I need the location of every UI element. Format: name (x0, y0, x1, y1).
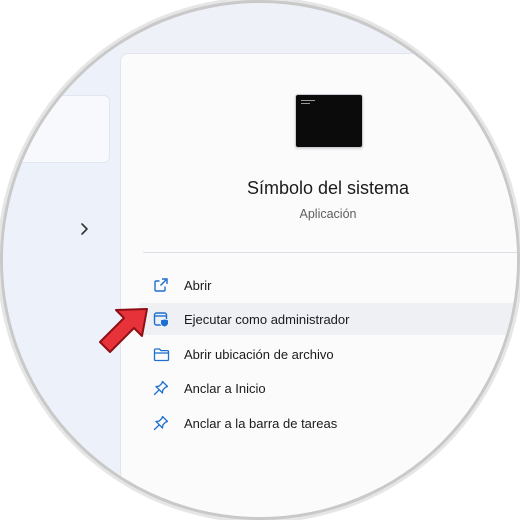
app-details-pane: Símbolo del sistema Aplicación Abrir Eje… (120, 53, 517, 517)
menu-item-label: Abrir ubicación de archivo (184, 346, 334, 362)
left-result-card[interactable] (3, 95, 110, 163)
command-prompt-icon (295, 94, 363, 148)
menu-item-label: Anclar a la barra de tareas (184, 415, 338, 431)
chevron-right-icon[interactable] (76, 221, 92, 237)
red-pointer-arrow-icon (99, 308, 148, 353)
divider (143, 252, 517, 253)
menu-item-label: Ejecutar como administrador (184, 311, 350, 327)
open-external-icon (152, 276, 170, 294)
app-title: Símbolo del sistema (246, 178, 410, 198)
pin-icon (152, 414, 170, 432)
menu-item-run-as-admin[interactable]: Ejecutar como administrador (139, 303, 517, 335)
app-subtitle: Aplicación (299, 207, 357, 221)
menu-item-open[interactable]: Abrir (139, 269, 517, 301)
menu-item-pin-to-start[interactable]: Anclar a Inicio (139, 372, 517, 404)
left-pane (3, 3, 121, 517)
magnifier-circle: Símbolo del sistema Aplicación Abrir Eje… (3, 3, 517, 517)
menu-item-pin-to-taskbar[interactable]: Anclar a la barra de tareas (139, 407, 517, 439)
menu-item-label: Abrir (184, 277, 212, 293)
screenshot-stage: Símbolo del sistema Aplicación Abrir Eje… (0, 0, 520, 520)
pin-icon (152, 379, 170, 397)
menu-item-open-file-location[interactable]: Abrir ubicación de archivo (139, 338, 517, 370)
menu-item-label: Anclar a Inicio (184, 380, 266, 396)
